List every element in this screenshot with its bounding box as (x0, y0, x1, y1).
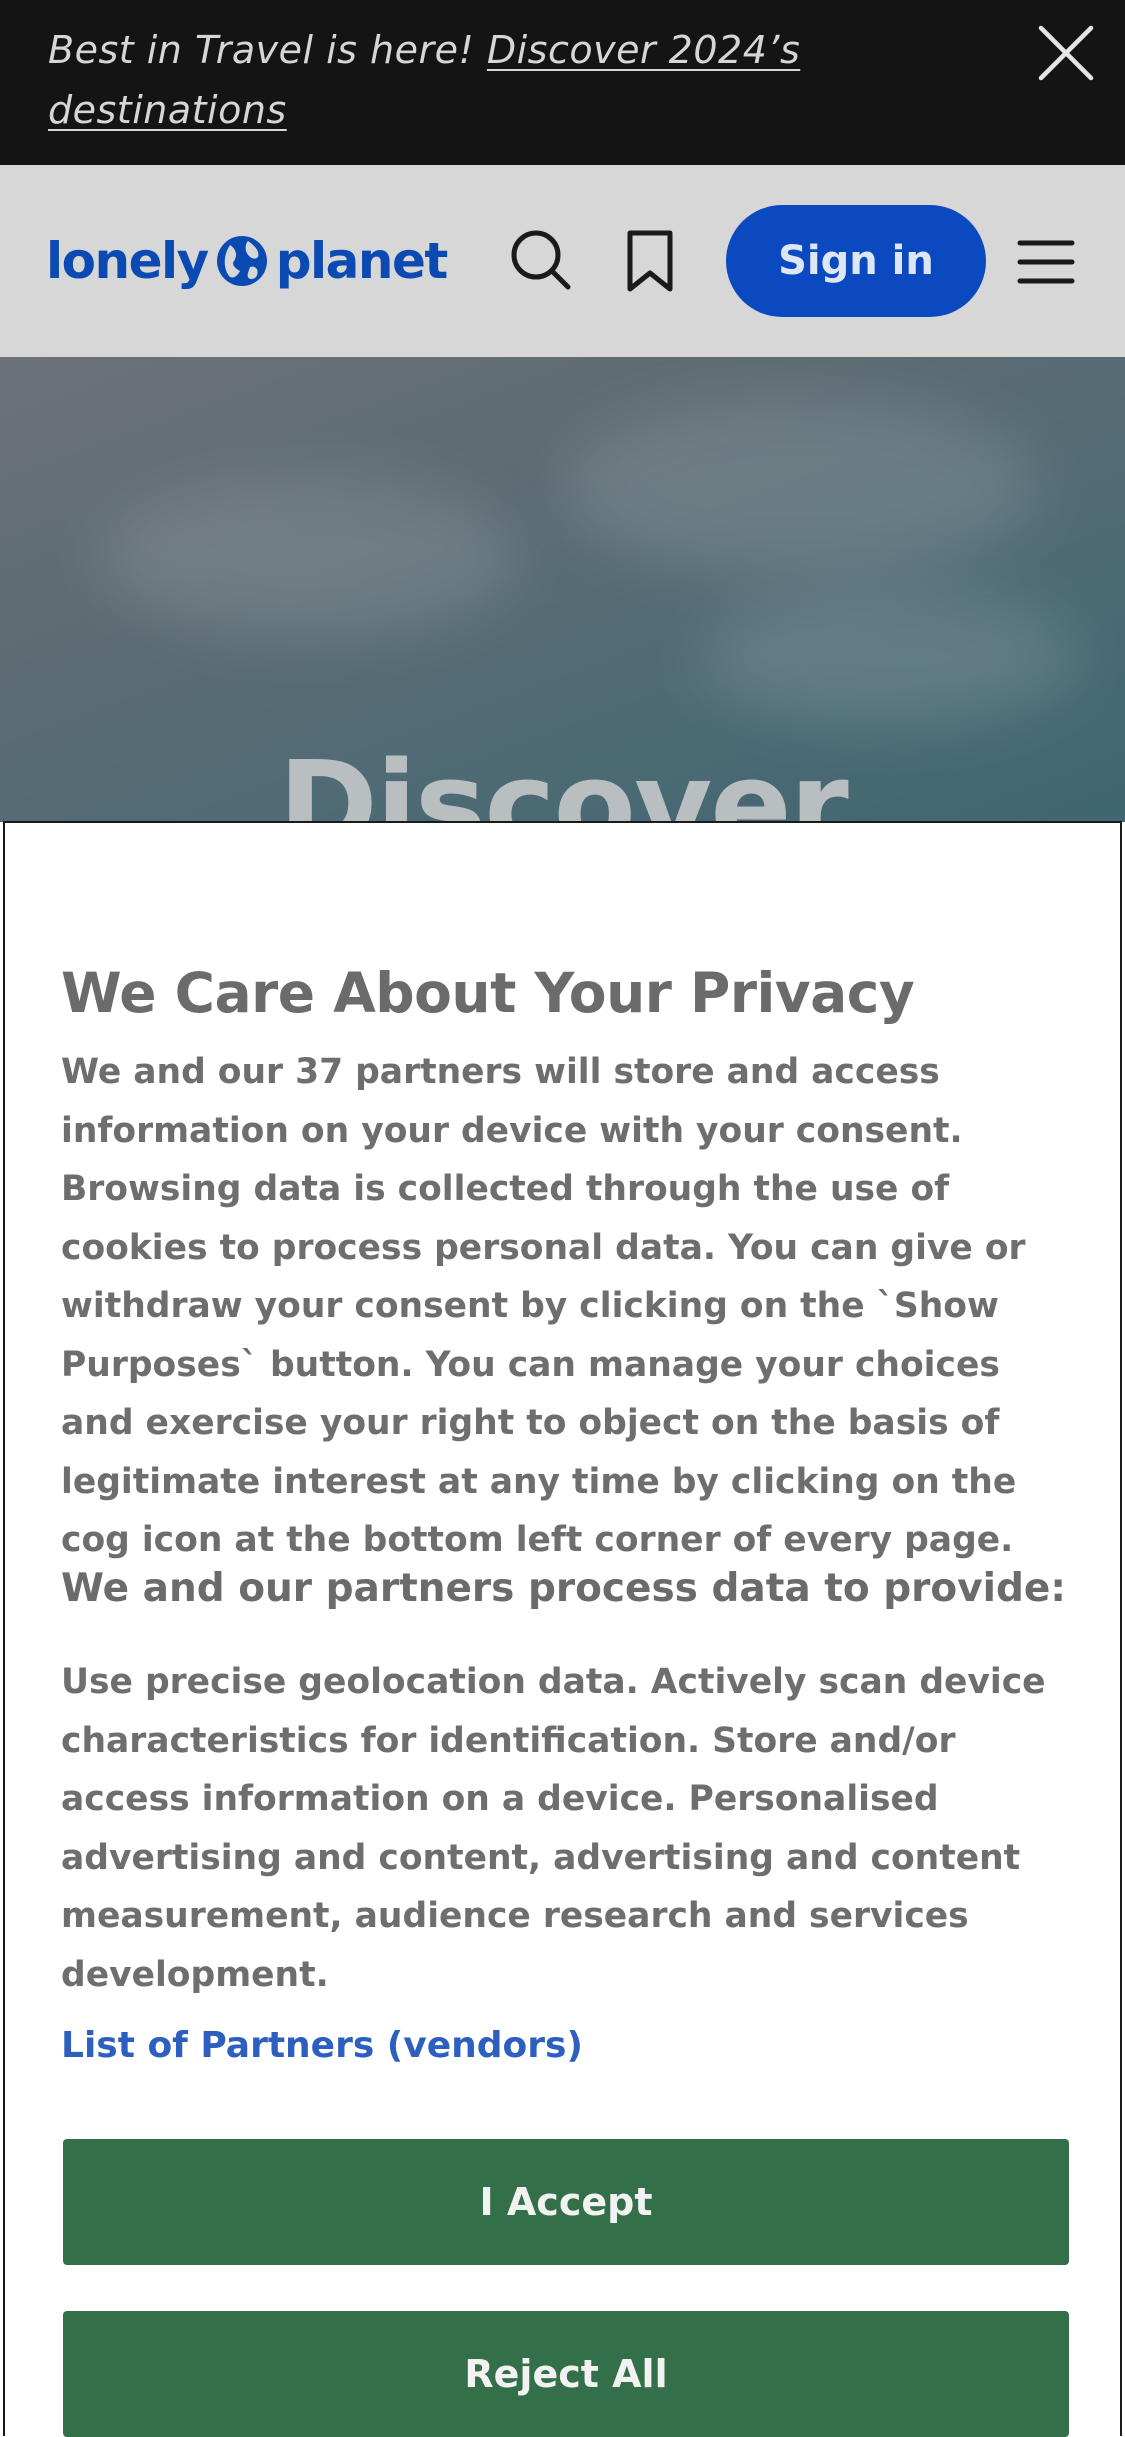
sign-in-button[interactable]: Sign in (726, 205, 986, 317)
site-header: lonely planet Sign in (0, 165, 1125, 357)
consent-subtitle: We and our partners process data to prov… (61, 1566, 1066, 1611)
reject-all-button[interactable]: Reject All (63, 2311, 1069, 2437)
consent-body-text: We and our 37 partners will store and ac… (61, 1052, 1026, 1560)
bookmark-icon[interactable] (620, 229, 680, 293)
consent-purposes-text: Use precise geolocation data. Actively s… (61, 1662, 1046, 1995)
search-icon[interactable] (508, 227, 574, 293)
logo-text-left: lonely (46, 232, 209, 290)
logo-text-right: planet (275, 232, 449, 290)
promo-lead-text: Best in Travel is here! (48, 28, 487, 72)
privacy-consent-dialog: We Care About Your Privacy We and our 37… (3, 821, 1122, 2437)
hero-title: Discover (278, 737, 849, 822)
hero-cloud (700, 587, 1080, 727)
consent-title: We Care About Your Privacy (61, 961, 915, 1025)
accept-button[interactable]: I Accept (63, 2139, 1069, 2265)
hero-cloud (560, 397, 1040, 577)
promo-text: Best in Travel is here! Discover 2024’s … (48, 20, 948, 140)
partners-list-link[interactable]: List of Partners (vendors) (61, 2025, 583, 2066)
lonely-planet-logo[interactable]: lonely planet (46, 225, 449, 297)
hero-cloud (100, 477, 520, 637)
globe-icon (216, 235, 268, 287)
hero-banner: Discover (0, 357, 1125, 822)
close-icon[interactable] (1033, 20, 1099, 86)
hamburger-menu-icon[interactable] (1016, 237, 1076, 287)
promo-banner: Best in Travel is here! Discover 2024’s … (0, 0, 1125, 165)
